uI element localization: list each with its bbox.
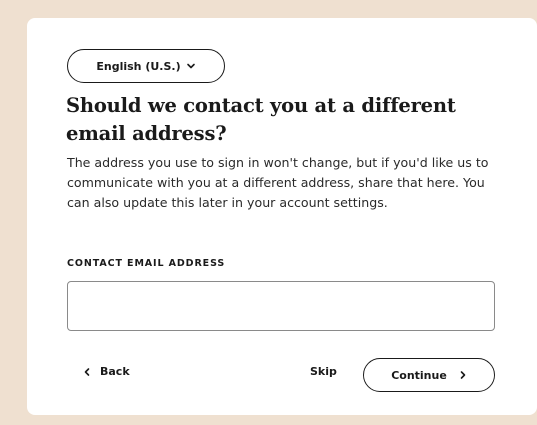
back-button-label: Back (100, 365, 130, 378)
chevron-left-icon (83, 367, 91, 377)
dialog-card: English (U.S.) Should we contact you at … (27, 18, 537, 415)
continue-button-label: Continue (391, 368, 447, 382)
contact-email-label: CONTACT EMAIL ADDRESS (67, 258, 226, 269)
language-selector-label: English (U.S.) (96, 59, 181, 73)
language-selector-button[interactable]: English (U.S.) (67, 49, 225, 83)
chevron-right-icon (459, 370, 467, 380)
chevron-down-icon (186, 61, 196, 71)
page-title: Should we contact you at a different ema… (66, 94, 456, 145)
back-button[interactable]: Back (83, 365, 130, 378)
description-text: The address you use to sign in won't cha… (67, 155, 489, 210)
contact-email-input[interactable] (67, 281, 495, 331)
continue-button[interactable]: Continue (363, 358, 495, 392)
skip-button[interactable]: Skip (310, 365, 337, 378)
